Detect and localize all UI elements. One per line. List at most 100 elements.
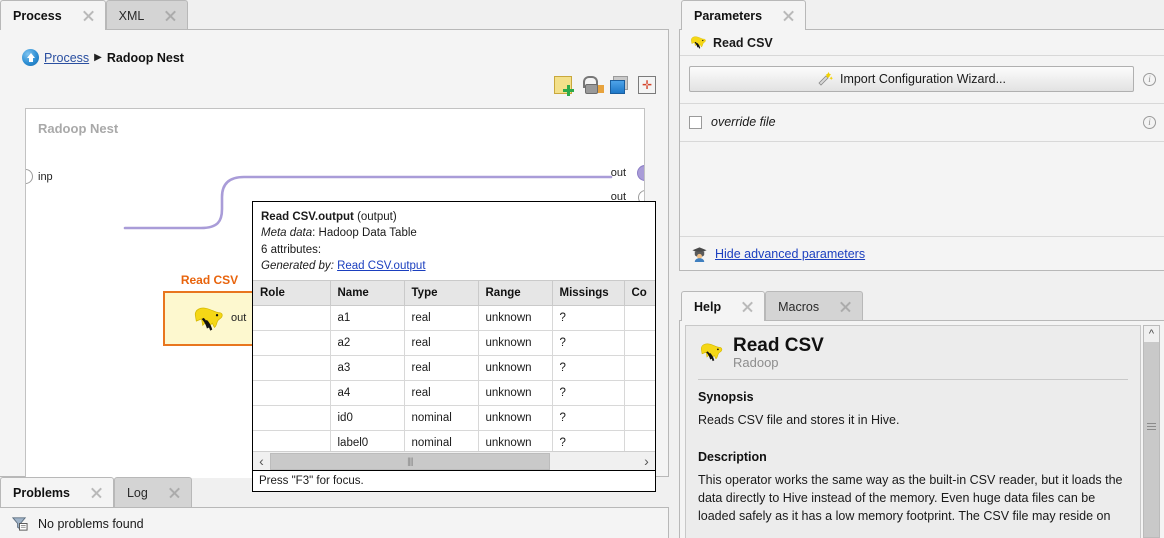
tab-problems[interactable]: Problems (0, 477, 114, 507)
table-cell-range: unknown (478, 306, 552, 331)
import-configuration-wizard-label: Import Configuration Wizard... (840, 72, 1006, 86)
divider (680, 141, 1164, 142)
metadata-column-header[interactable]: Name (330, 281, 404, 306)
canvas-output-port-1[interactable] (637, 165, 645, 181)
up-arrow-icon[interactable] (22, 49, 39, 66)
metadata-horizontal-scrollbar[interactable]: ‹ › (253, 451, 655, 470)
breadcrumb-root-link[interactable]: Process (44, 51, 89, 65)
metadata-table-body: a1realunknown?a2realunknown?a3realunknow… (253, 306, 656, 456)
scrollbar-grip[interactable] (1147, 423, 1156, 430)
hide-advanced-parameters-link[interactable]: Hide advanced parameters (715, 247, 865, 261)
tab-macros[interactable]: Macros (765, 291, 863, 321)
tab-log[interactable]: Log (114, 477, 192, 507)
scrollbar-thumb[interactable] (270, 453, 550, 470)
help-operator-name: Read CSV (733, 336, 824, 356)
close-icon[interactable] (164, 9, 177, 22)
info-icon[interactable]: i (1143, 116, 1156, 129)
arrange-layers-icon[interactable] (610, 76, 628, 94)
scroll-up-icon[interactable]: ^ (1144, 326, 1159, 342)
table-cell-co (624, 306, 656, 331)
problems-status-row: No problems found (0, 508, 668, 532)
metadata-generated-link[interactable]: Read CSV.output (337, 260, 425, 272)
table-cell-role (253, 406, 330, 431)
breadcrumb-current: Radoop Nest (107, 51, 184, 65)
table-cell-role (253, 356, 330, 381)
scrollbar-track[interactable] (270, 453, 638, 470)
canvas-input-port[interactable] (25, 169, 33, 184)
metadata-column-header[interactable]: Type (404, 281, 478, 306)
problems-status-text: No problems found (38, 517, 144, 531)
help-title-row: Read CSV Radoop (698, 336, 1128, 370)
tab-parameters[interactable]: Parameters (681, 0, 806, 30)
scroll-left-icon[interactable]: ‹ (253, 453, 270, 470)
metadata-tooltip-header: Read CSV.output (output) Meta data: Hado… (253, 202, 655, 280)
table-cell-name: a4 (330, 381, 404, 406)
problems-tabstrip: Problems Log (0, 477, 192, 507)
parameters-tabstrip: Parameters (681, 0, 806, 30)
scroll-right-icon[interactable]: › (638, 453, 655, 470)
table-cell-role (253, 331, 330, 356)
table-cell-co (624, 406, 656, 431)
breadcrumb: Process ▶ Radoop Nest (22, 49, 184, 66)
table-cell-type: real (404, 356, 478, 381)
metadata-column-header[interactable]: Co (624, 281, 656, 306)
metadata-column-header[interactable]: Range (478, 281, 552, 306)
table-cell-type: real (404, 381, 478, 406)
operator-readcsv-title: Read CSV (163, 273, 256, 287)
close-icon[interactable] (82, 9, 95, 22)
hadoop-elephant-icon (191, 303, 225, 337)
import-configuration-wizard-button[interactable]: Import Configuration Wizard... (689, 66, 1134, 92)
metadata-port-name: Read CSV.output (261, 211, 354, 223)
metadata-meta-value: Hadoop Data Table (319, 227, 417, 239)
help-operator-group: Radoop (733, 355, 824, 370)
metadata-attribute-count: 6 attributes: (261, 242, 647, 258)
add-note-icon[interactable] (554, 76, 572, 94)
info-icon[interactable]: i (1143, 73, 1156, 86)
tab-macros-label: Macros (778, 300, 819, 314)
close-icon[interactable] (839, 300, 852, 313)
operator-output-port-label: out (231, 312, 246, 324)
metadata-meta-label: Meta data (261, 227, 312, 239)
tab-help[interactable]: Help (681, 291, 765, 321)
table-row[interactable]: id0nominalunknown? (253, 406, 656, 431)
table-cell-range: unknown (478, 331, 552, 356)
table-cell-range: unknown (478, 406, 552, 431)
close-icon[interactable] (168, 486, 181, 499)
table-cell-type: nominal (404, 406, 478, 431)
operator-readcsv[interactable]: out (163, 291, 256, 346)
close-icon[interactable] (90, 486, 103, 499)
metadata-column-header[interactable]: Missings (552, 281, 624, 306)
table-cell-missings: ? (552, 406, 624, 431)
hadoop-elephant-icon (698, 340, 724, 366)
help-synopsis-heading: Synopsis (698, 390, 1128, 404)
table-cell-co (624, 356, 656, 381)
table-cell-type: real (404, 306, 478, 331)
override-file-checkbox[interactable] (689, 116, 702, 129)
process-toolbar (554, 76, 656, 94)
parameters-body: Import Configuration Wizard... i overrid… (680, 56, 1164, 142)
table-row[interactable]: a1realunknown? (253, 306, 656, 331)
close-icon[interactable] (782, 9, 795, 22)
metadata-column-header[interactable]: Role (253, 281, 330, 306)
override-file-label: override file (711, 115, 1134, 129)
table-cell-name: id0 (330, 406, 404, 431)
tab-process[interactable]: Process (0, 0, 106, 30)
tab-xml[interactable]: XML (106, 0, 189, 30)
auto-fit-icon[interactable] (638, 76, 656, 94)
help-vertical-scrollbar[interactable]: ^ (1143, 325, 1160, 538)
metadata-status-text: Press "F3" for focus. (259, 475, 364, 487)
metadata-status-bar: Press "F3" for focus. (253, 470, 655, 491)
filter-funnel-icon (11, 515, 28, 532)
table-cell-name: a2 (330, 331, 404, 356)
table-row[interactable]: a4realunknown? (253, 381, 656, 406)
table-row[interactable]: a2realunknown? (253, 331, 656, 356)
tab-problems-label: Problems (13, 486, 70, 500)
table-row[interactable]: a3realunknown? (253, 356, 656, 381)
tab-xml-label: XML (119, 9, 145, 23)
table-cell-co (624, 331, 656, 356)
tab-help-label: Help (694, 300, 721, 314)
parameters-operator-header: Read CSV (680, 30, 1164, 56)
parameters-operator-name: Read CSV (713, 36, 773, 50)
close-icon[interactable] (741, 300, 754, 313)
connect-ports-icon[interactable] (582, 76, 600, 94)
